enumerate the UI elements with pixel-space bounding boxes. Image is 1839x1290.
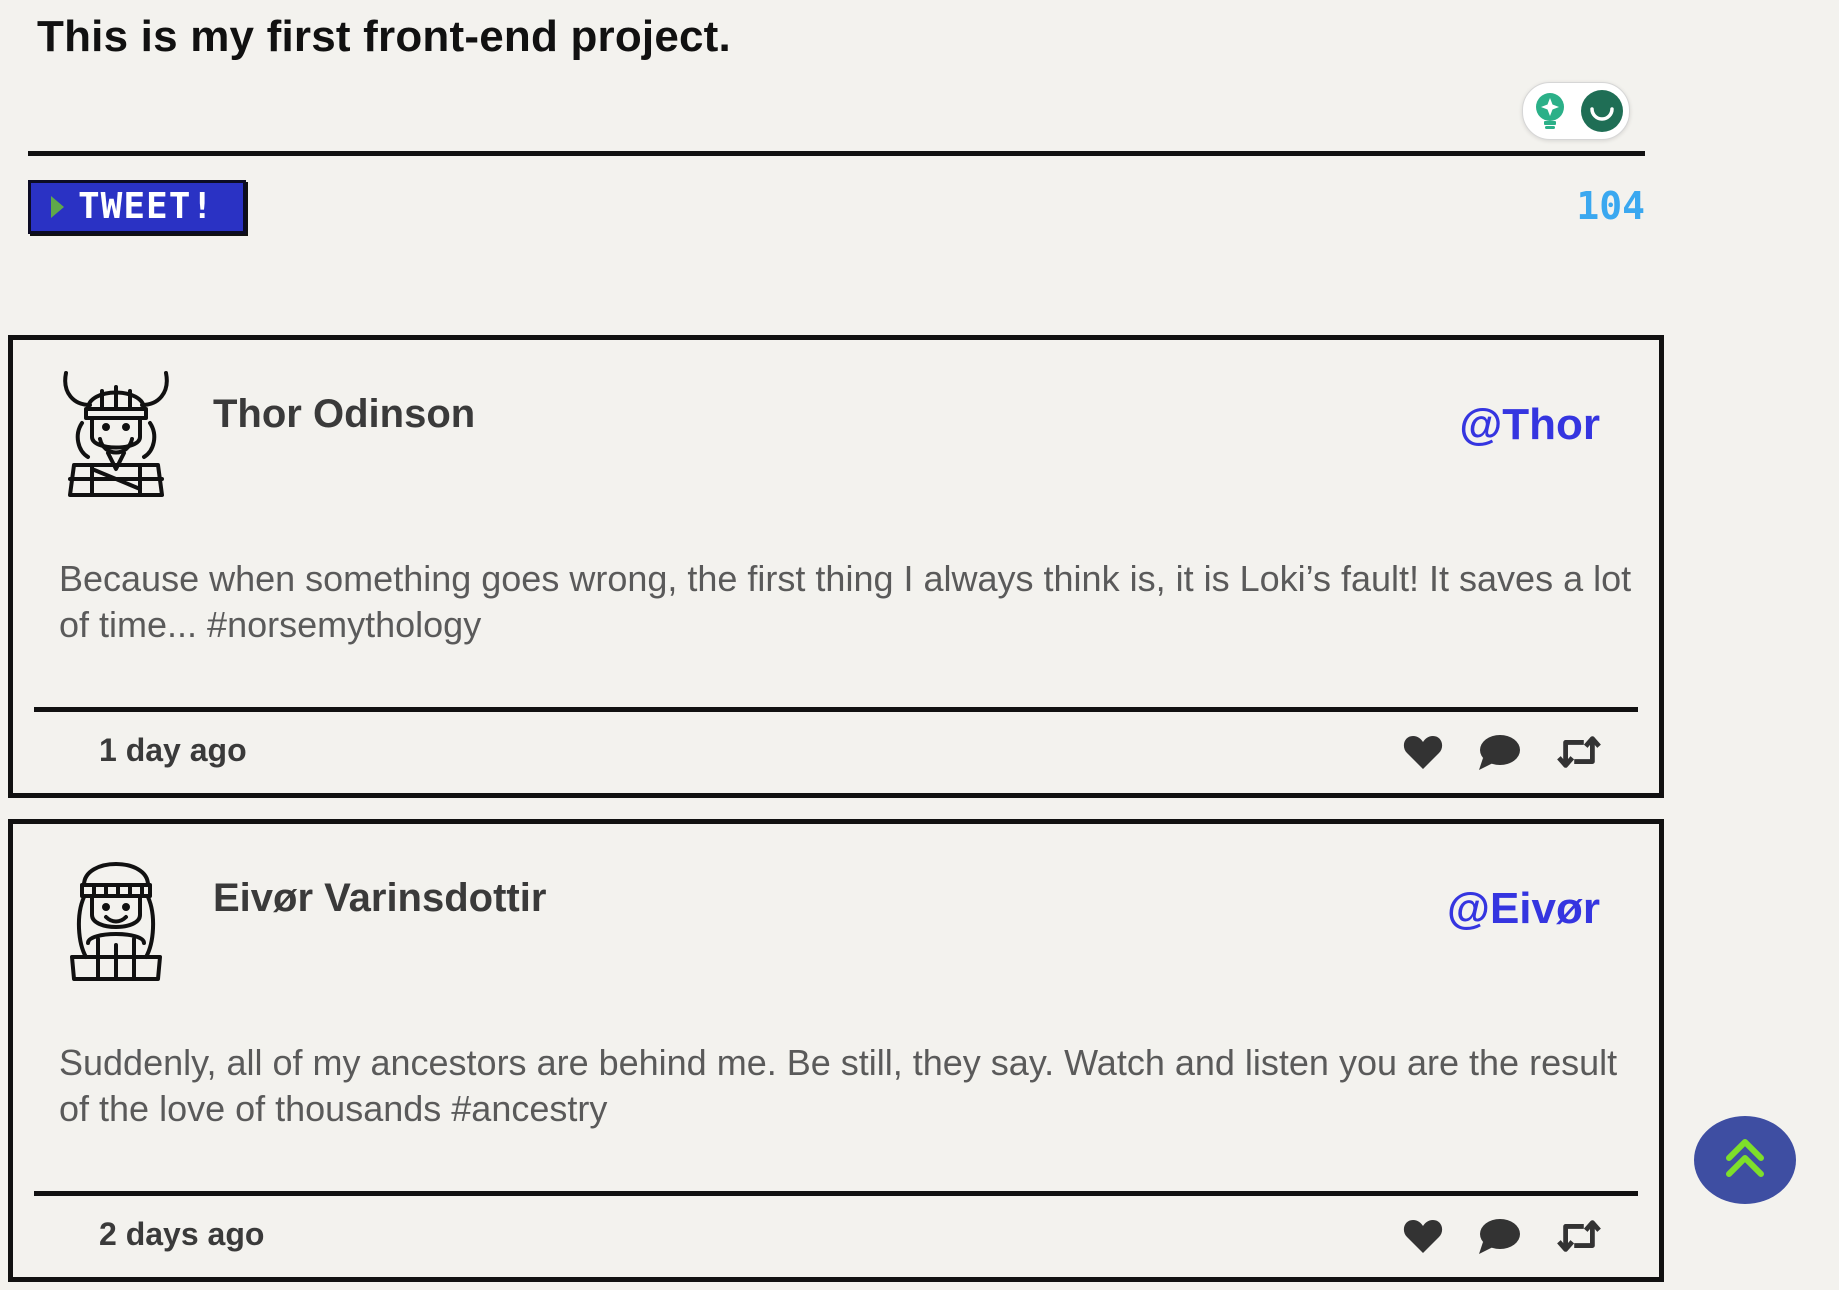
tweet-text: Suddenly, all of my ancestors are behind… xyxy=(59,1042,1618,1129)
comment-icon[interactable] xyxy=(1477,730,1521,774)
page: This is my first front-end project. TWEE… xyxy=(0,0,1839,1290)
tweet-timestamp: 1 day ago xyxy=(99,732,247,768)
like-icon[interactable] xyxy=(1401,1214,1445,1258)
tweet-actions xyxy=(1401,1214,1611,1258)
character-counter: 104 xyxy=(1576,184,1645,228)
card-divider xyxy=(34,1191,1638,1196)
grammar-checker-icon[interactable] xyxy=(1580,89,1624,133)
tweet-text: Because when something goes wrong, the f… xyxy=(59,558,1632,645)
retweet-icon[interactable] xyxy=(1557,730,1601,774)
tweet-card: Thor Odinson @Thor Because when somethin… xyxy=(8,335,1664,798)
card-divider xyxy=(34,707,1638,712)
like-icon[interactable] xyxy=(1401,730,1445,774)
extension-widget[interactable] xyxy=(1522,82,1630,140)
lightbulb-icon[interactable] xyxy=(1528,89,1572,133)
tweet-input[interactable]: This is my first front-end project. xyxy=(37,12,1637,62)
tweet-card: Eivør Varinsdottir @Eivør Suddenly, all … xyxy=(8,819,1664,1282)
double-chevron-up-icon xyxy=(1723,1136,1767,1185)
author-name: Eivør Varinsdottir xyxy=(213,876,547,920)
scroll-to-top-button[interactable] xyxy=(1694,1116,1796,1204)
composer-divider xyxy=(28,151,1645,156)
tweet-button[interactable]: TWEET! xyxy=(28,180,246,234)
retweet-icon[interactable] xyxy=(1557,1214,1601,1258)
author-name: Thor Odinson xyxy=(213,392,476,436)
author-handle[interactable]: @Thor xyxy=(1100,400,1600,450)
play-icon xyxy=(51,196,64,218)
tweet-button-label: TWEET! xyxy=(78,186,215,227)
viking-woman-icon xyxy=(58,849,174,983)
viking-warrior-icon xyxy=(58,365,174,499)
tweet-timestamp: 2 days ago xyxy=(99,1216,265,1252)
tweet-actions xyxy=(1401,730,1611,774)
author-handle[interactable]: @Eivør xyxy=(1100,884,1600,934)
comment-icon[interactable] xyxy=(1477,1214,1521,1258)
